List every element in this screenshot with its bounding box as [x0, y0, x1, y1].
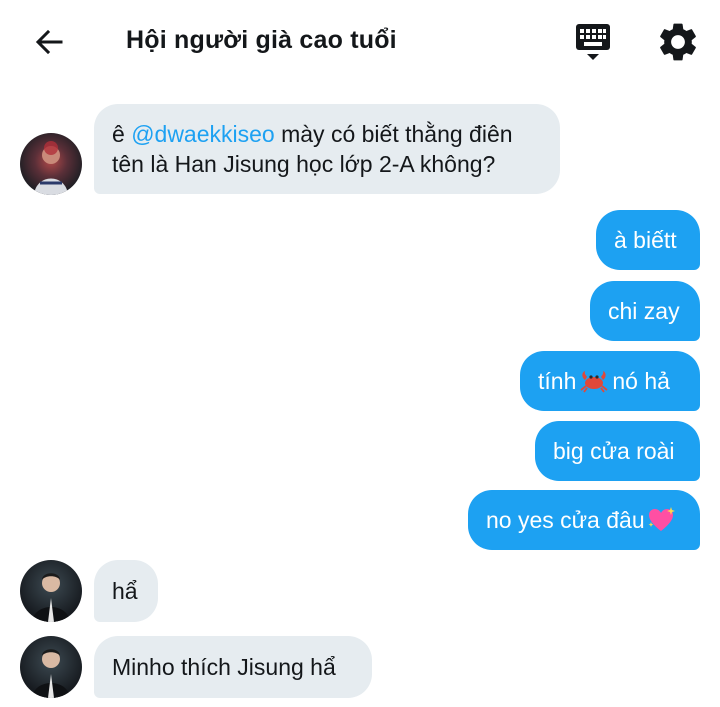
message-text: Minho thích Jisung hẩ	[112, 654, 336, 680]
message-text: mày có biết thằng điên	[274, 121, 513, 147]
message-line: ê @dwaekkiseo mày có biết thằng điên	[112, 119, 513, 149]
message-text: hẩ	[112, 578, 138, 604]
keyboard-button[interactable]	[570, 20, 616, 64]
message-bubble-outgoing[interactable]: no yes cửa đâu	[468, 490, 700, 550]
message-line: tên là Han Jisung học lớp 2-A không?	[112, 151, 496, 177]
message-bubble-outgoing[interactable]: big cửa roài	[535, 421, 700, 481]
avatar-image	[34, 141, 68, 195]
keyboard-icon	[576, 24, 610, 60]
arrow-left-icon	[35, 29, 63, 55]
message-text: chi zay	[608, 298, 680, 324]
message-bubble-incoming[interactable]: ê @dwaekkiseo mày có biết thằng điên tên…	[94, 104, 560, 194]
message-bubble-outgoing[interactable]: chi zay	[590, 281, 700, 341]
conversation-title: Hội người già cao tuổi	[126, 26, 397, 54]
message-text: nó hả	[612, 368, 670, 394]
sparkling-heart-emoji	[648, 507, 675, 531]
avatar-image	[32, 649, 70, 698]
avatar[interactable]	[20, 133, 82, 195]
message-bubble-incoming[interactable]: Minho thích Jisung hẩ	[94, 636, 372, 698]
back-button[interactable]	[26, 22, 72, 62]
message-text: à biếtt	[614, 227, 677, 253]
avatar-image	[32, 573, 70, 622]
settings-button[interactable]	[655, 19, 701, 65]
mention-link[interactable]: @dwaekkiseo	[131, 121, 275, 147]
message-text: ê	[112, 121, 132, 147]
message-bubble-incoming[interactable]: hẩ	[94, 560, 158, 622]
message-text: big cửa roài	[553, 438, 675, 464]
crab-emoji	[580, 371, 608, 393]
message-bubble-outgoing[interactable]: tính nó hả	[520, 351, 700, 411]
gear-icon	[660, 23, 696, 61]
message-text: tính	[538, 368, 577, 394]
message-bubble-outgoing[interactable]: à biếtt	[596, 210, 700, 270]
conversation-header: Hội người già cao tuổi	[0, 0, 720, 84]
avatar[interactable]	[20, 560, 82, 622]
avatar[interactable]	[20, 636, 82, 698]
message-text: no yes cửa đâu	[486, 507, 645, 533]
